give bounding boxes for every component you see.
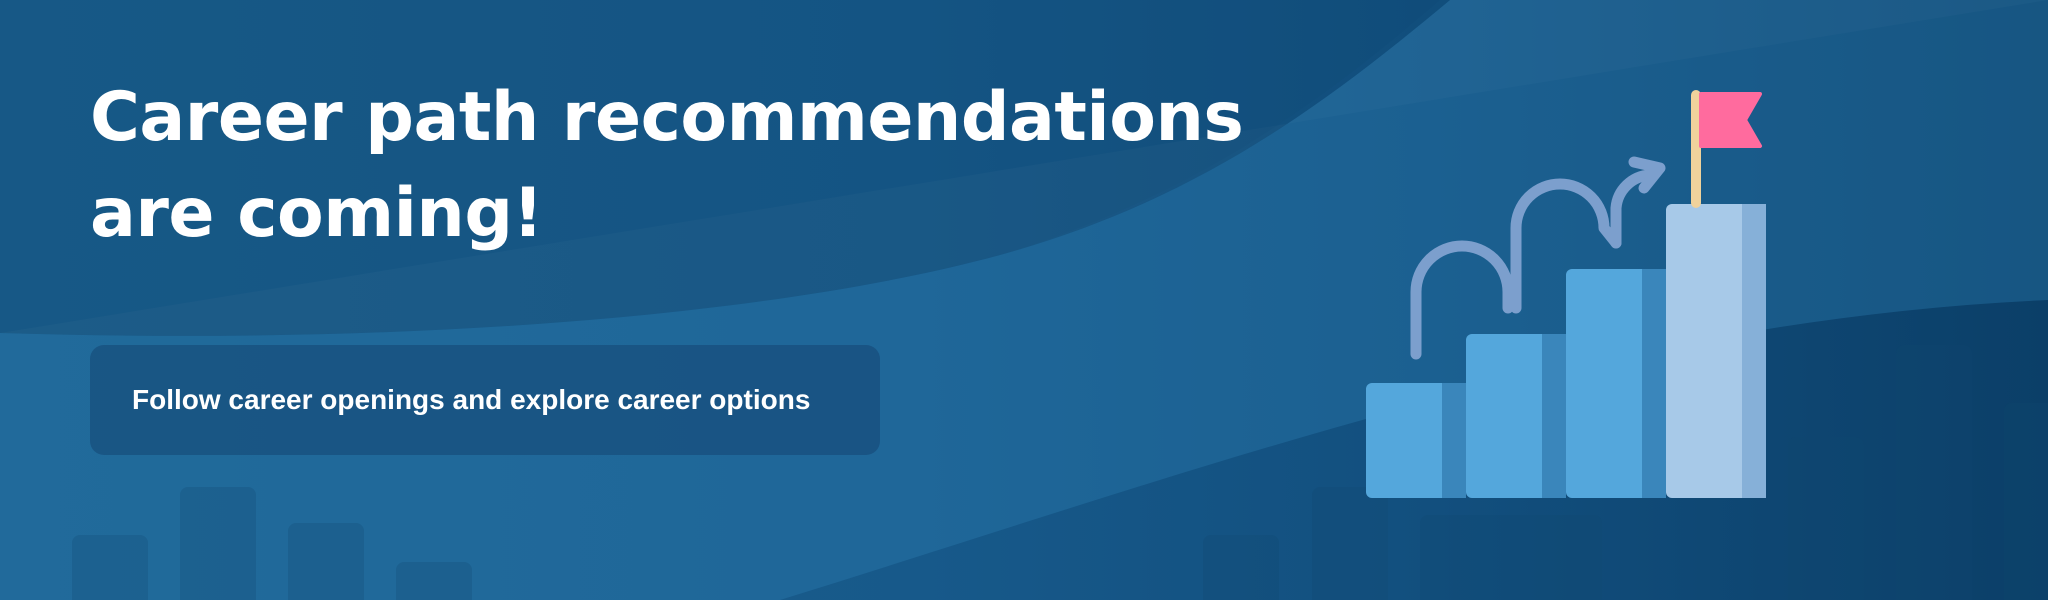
headline-line-1: Career path recommendations [90, 78, 1244, 157]
headline-line-2: are coming! [90, 174, 544, 253]
subtitle-text: Follow career openings and explore caree… [132, 384, 811, 415]
page-title: Career path recommendations are coming! [90, 70, 1244, 262]
subtitle-box: Follow career openings and explore caree… [90, 345, 880, 455]
stair-steps [1366, 204, 1766, 498]
career-path-banner: Career path recommendations are coming! … [0, 0, 2048, 600]
career-stairs-flag-icon [1366, 90, 1766, 498]
flag-icon [1699, 92, 1762, 148]
